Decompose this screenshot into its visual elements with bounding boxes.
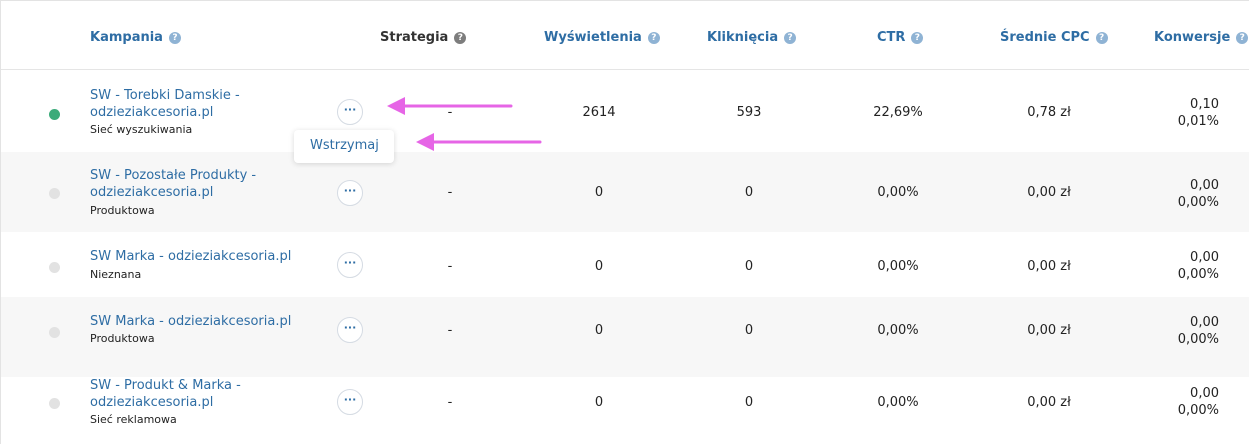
- cpc-cell: 0,00 zł: [1027, 185, 1071, 200]
- conversions-value: 0,00: [1190, 250, 1219, 265]
- annotation-arrow-icon: [387, 97, 513, 115]
- table-row: SW - Pozostałe Produkty - odzieziakcesor…: [1, 152, 1249, 232]
- help-icon[interactable]: ?: [168, 31, 181, 44]
- conversions-rate: 0,00%: [1177, 267, 1219, 282]
- clicks-cell: 0: [744, 259, 754, 274]
- strategy-cell: -: [447, 259, 453, 274]
- help-icon[interactable]: ?: [647, 31, 660, 44]
- campaign-type: Produktowa: [90, 332, 155, 345]
- impressions-cell: 0: [594, 185, 604, 200]
- column-header-wyswietlenia[interactable]: Wyświetlenia ?: [544, 30, 660, 45]
- column-header-label: Konwersje: [1154, 30, 1231, 45]
- campaign-name-link[interactable]: SW - Produkt & Marka - odzieziakcesoria.…: [90, 377, 320, 411]
- ctr-cell: 0,00%: [877, 323, 919, 338]
- campaign-name-link[interactable]: SW Marka - odzieziakcesoria.pl: [90, 248, 320, 265]
- ctr-cell: 0,00%: [877, 395, 919, 410]
- clicks-cell: 593: [736, 105, 762, 120]
- more-actions-button[interactable]: ···: [337, 99, 363, 125]
- column-header-strategia: Strategia ?: [380, 30, 467, 45]
- status-dot: [49, 109, 60, 120]
- clicks-cell: 0: [744, 323, 754, 338]
- cpc-cell: 0,00 zł: [1027, 259, 1071, 274]
- campaign-table: Kampania ? Strategia ? Wyświetlenia ? Kl…: [0, 0, 1249, 444]
- conversions-value: 0,00: [1190, 178, 1219, 193]
- impressions-cell: 0: [594, 323, 604, 338]
- help-icon[interactable]: ?: [911, 31, 924, 44]
- strategy-cell: -: [447, 323, 453, 338]
- campaign-type: Sieć reklamowa: [90, 413, 177, 426]
- table-header: Kampania ? Strategia ? Wyświetlenia ? Kl…: [1, 1, 1249, 70]
- actions-dropdown: Wstrzymaj: [294, 130, 394, 163]
- clicks-cell: 0: [744, 395, 754, 410]
- conversions-cell: 0,10 0,01%: [1141, 96, 1219, 130]
- impressions-cell: 0: [594, 259, 604, 274]
- impressions-cell: 0: [594, 395, 604, 410]
- table-row: SW - Torebki Damskie - odzieziakcesoria.…: [1, 71, 1249, 151]
- ctr-cell: 0,00%: [877, 259, 919, 274]
- conversions-cell: 0,00 0,00%: [1141, 314, 1219, 348]
- cpc-cell: 0,00 zł: [1027, 395, 1071, 410]
- impressions-cell: 2614: [582, 105, 616, 120]
- help-icon[interactable]: ?: [1095, 31, 1108, 44]
- conversions-value: 0,00: [1190, 315, 1219, 330]
- campaign-name-link[interactable]: SW - Torebki Damskie - odzieziakcesoria.…: [90, 87, 320, 121]
- more-actions-button[interactable]: ···: [337, 252, 363, 278]
- status-dot: [49, 327, 60, 338]
- annotation-arrow-icon: [416, 133, 542, 151]
- campaign-name-link[interactable]: SW Marka - odzieziakcesoria.pl: [90, 313, 320, 330]
- strategy-cell: -: [447, 185, 453, 200]
- column-header-label: Średnie CPC: [1000, 30, 1090, 45]
- ctr-cell: 0,00%: [877, 185, 919, 200]
- ctr-cell: 22,69%: [873, 105, 923, 120]
- column-header-label: Kampania: [90, 30, 163, 45]
- column-header-label: CTR: [877, 30, 906, 45]
- column-header-label: Kliknięcia: [707, 30, 779, 45]
- more-actions-button[interactable]: ···: [337, 317, 363, 343]
- conversions-cell: 0,00 0,00%: [1141, 177, 1219, 211]
- conversions-rate: 0,00%: [1177, 195, 1219, 210]
- campaign-type: Nieznana: [90, 268, 142, 281]
- status-dot: [49, 188, 60, 199]
- conversions-cell: 0,00 0,00%: [1141, 385, 1219, 419]
- conversions-value: 0,10: [1190, 97, 1219, 112]
- campaign-name-link[interactable]: SW - Pozostałe Produkty - odzieziakcesor…: [90, 167, 320, 201]
- conversions-value: 0,00: [1190, 386, 1219, 401]
- conversions-rate: 0,00%: [1177, 332, 1219, 347]
- status-dot: [49, 262, 60, 273]
- help-icon[interactable]: ?: [1236, 31, 1249, 44]
- column-header-kampania[interactable]: Kampania ?: [90, 30, 181, 45]
- cpc-cell: 0,78 zł: [1027, 105, 1071, 120]
- campaign-type: Produktowa: [90, 204, 155, 217]
- column-header-ctr[interactable]: CTR ?: [877, 30, 924, 45]
- conversions-rate: 0,01%: [1177, 114, 1219, 129]
- clicks-cell: 0: [744, 185, 754, 200]
- more-actions-button[interactable]: ···: [337, 389, 363, 415]
- column-header-cpc[interactable]: Średnie CPC ?: [1000, 30, 1108, 45]
- cpc-cell: 0,00 zł: [1027, 323, 1071, 338]
- table-row: SW - Produkt & Marka - odzieziakcesoria.…: [1, 361, 1249, 441]
- help-icon[interactable]: ?: [454, 31, 467, 44]
- more-actions-button[interactable]: ···: [337, 180, 363, 206]
- pause-campaign-option[interactable]: Wstrzymaj: [310, 138, 379, 153]
- help-icon[interactable]: ?: [784, 31, 797, 44]
- strategy-cell: -: [447, 395, 453, 410]
- conversions-cell: 0,00 0,00%: [1141, 249, 1219, 283]
- campaign-type: Sieć wyszukiwania: [90, 123, 193, 136]
- column-header-klikniecia[interactable]: Kliknięcia ?: [707, 30, 797, 45]
- column-header-label: Strategia: [380, 30, 449, 45]
- column-header-konwersje[interactable]: Konwersje ?: [1154, 30, 1249, 45]
- column-header-label: Wyświetlenia: [544, 30, 642, 45]
- conversions-rate: 0,00%: [1177, 403, 1219, 418]
- status-dot: [49, 398, 60, 409]
